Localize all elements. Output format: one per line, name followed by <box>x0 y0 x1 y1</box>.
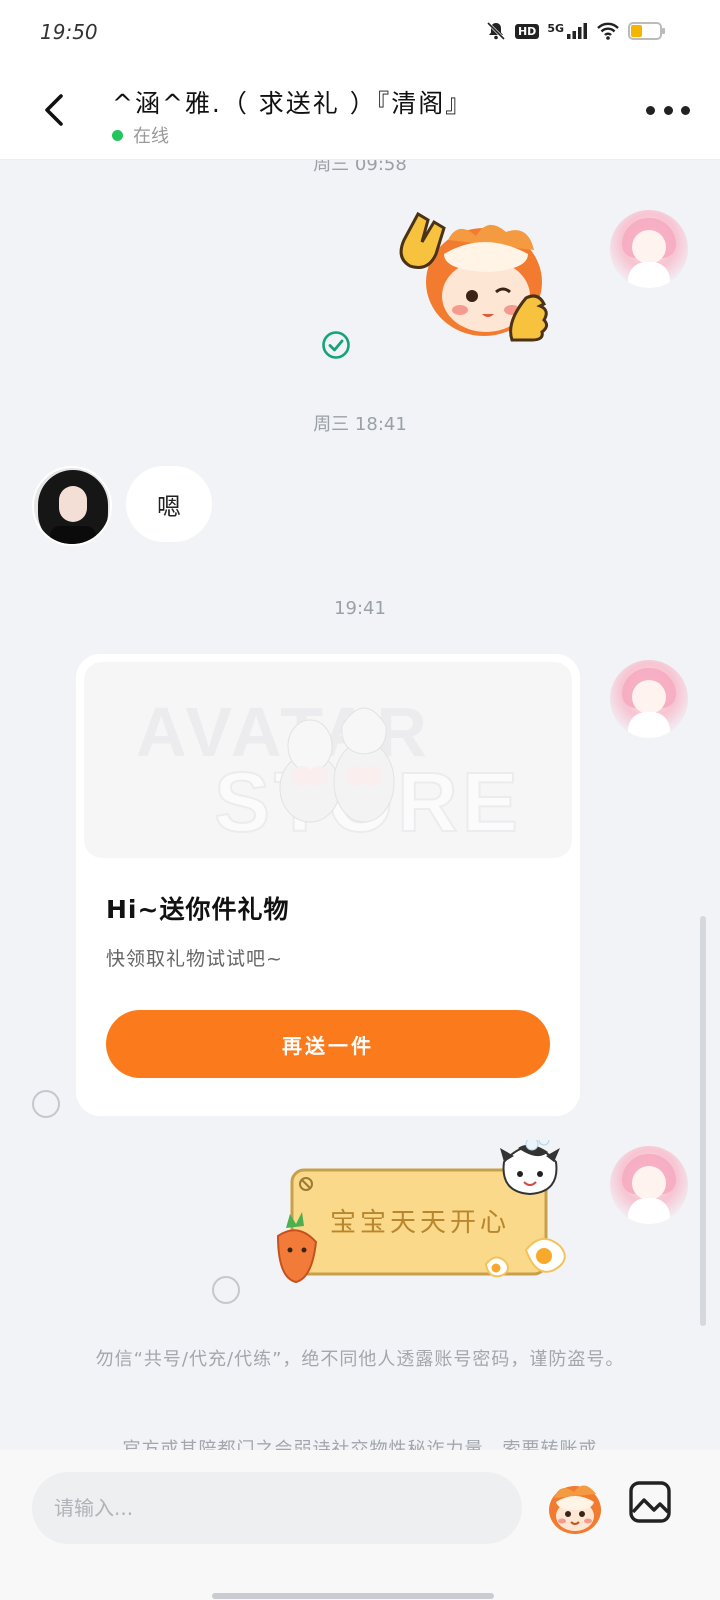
gift-card[interactable]: AVATAR STORE Hi~送你件礼物 快领取礼物试试吧~ 再送一件 <box>76 654 580 1116</box>
status-time: 19:50 <box>40 20 98 44</box>
image-icon[interactable] <box>628 1480 672 1524</box>
message-select-radio[interactable] <box>32 1090 60 1118</box>
chat-scrollbar[interactable] <box>700 916 706 1326</box>
network-label: 5G <box>547 22 564 35</box>
timestamp-clipped: 周三 09:58 <box>313 160 407 175</box>
battery-fill <box>631 25 642 37</box>
mute-bell-icon <box>485 20 507 42</box>
timestamp: 19:41 <box>334 598 386 619</box>
message-select-radio[interactable] <box>212 1276 240 1304</box>
gift-card-subtitle: 快领取礼物试试吧~ <box>106 948 283 970</box>
status-bar: 19:50 HD 5G <box>0 0 720 64</box>
more-dot <box>663 105 673 115</box>
more-options-button[interactable] <box>646 98 690 122</box>
back-button[interactable] <box>36 88 72 132</box>
signal-icon: 5G <box>547 22 588 40</box>
more-dot <box>646 105 655 115</box>
online-status-label: 在线 <box>133 126 169 147</box>
chat-messages[interactable]: 周三 09:58 周三 18:41 嗯 19:41 AVATAR Hi~送你件礼… <box>0 160 720 1450</box>
timestamp: 周三 18:41 <box>313 414 407 435</box>
gift-banner-image: AVATAR STORE <box>84 662 572 858</box>
safety-notice-clipped: 官方或其陪都门之会弱诗社交物性秘诈力量，索要转账或 <box>122 1439 598 1450</box>
more-dot <box>681 105 690 115</box>
sticker-text: 宝宝天天开心 <box>330 1208 511 1238</box>
online-status: 在线 <box>112 122 169 148</box>
chevron-left-icon <box>45 94 63 126</box>
message-input[interactable] <box>32 1472 522 1544</box>
chat-header: ^涵^雅.（ 求送礼 ）『清阁』 在线 <box>0 64 720 160</box>
baobao-happy-sticker[interactable]: 宝宝天天开心 <box>268 1140 576 1290</box>
gift-card-title: Hi~送你件礼物 <box>106 895 290 924</box>
gift-plush-image <box>279 707 395 823</box>
online-dot-icon <box>112 129 123 141</box>
battery-icon <box>628 22 665 40</box>
sent-check-icon <box>322 331 350 359</box>
home-indicator[interactable] <box>212 1593 494 1599</box>
send-another-gift-button[interactable]: 再送一件 <box>106 1010 550 1078</box>
my-avatar[interactable] <box>610 1146 688 1224</box>
chat-title: ^涵^雅.（ 求送礼 ）『清阁』 <box>112 89 473 118</box>
monkey-peace-thumbsup-sticker[interactable] <box>388 210 558 345</box>
safety-notice: 勿信“共号/代充/代练”，绝不同他人透露账号密码，谨防盗号。 <box>95 1349 625 1370</box>
message-bubble-received[interactable]: 嗯 <box>126 466 212 542</box>
hd-icon: HD <box>514 23 540 39</box>
monkey-emoji-icon[interactable] <box>544 1476 606 1538</box>
my-avatar[interactable] <box>610 210 688 288</box>
status-icons: HD 5G <box>485 20 665 42</box>
wifi-icon <box>596 21 620 41</box>
contact-avatar[interactable] <box>32 466 112 546</box>
my-avatar[interactable] <box>610 660 688 738</box>
input-bar <box>0 1450 720 1600</box>
